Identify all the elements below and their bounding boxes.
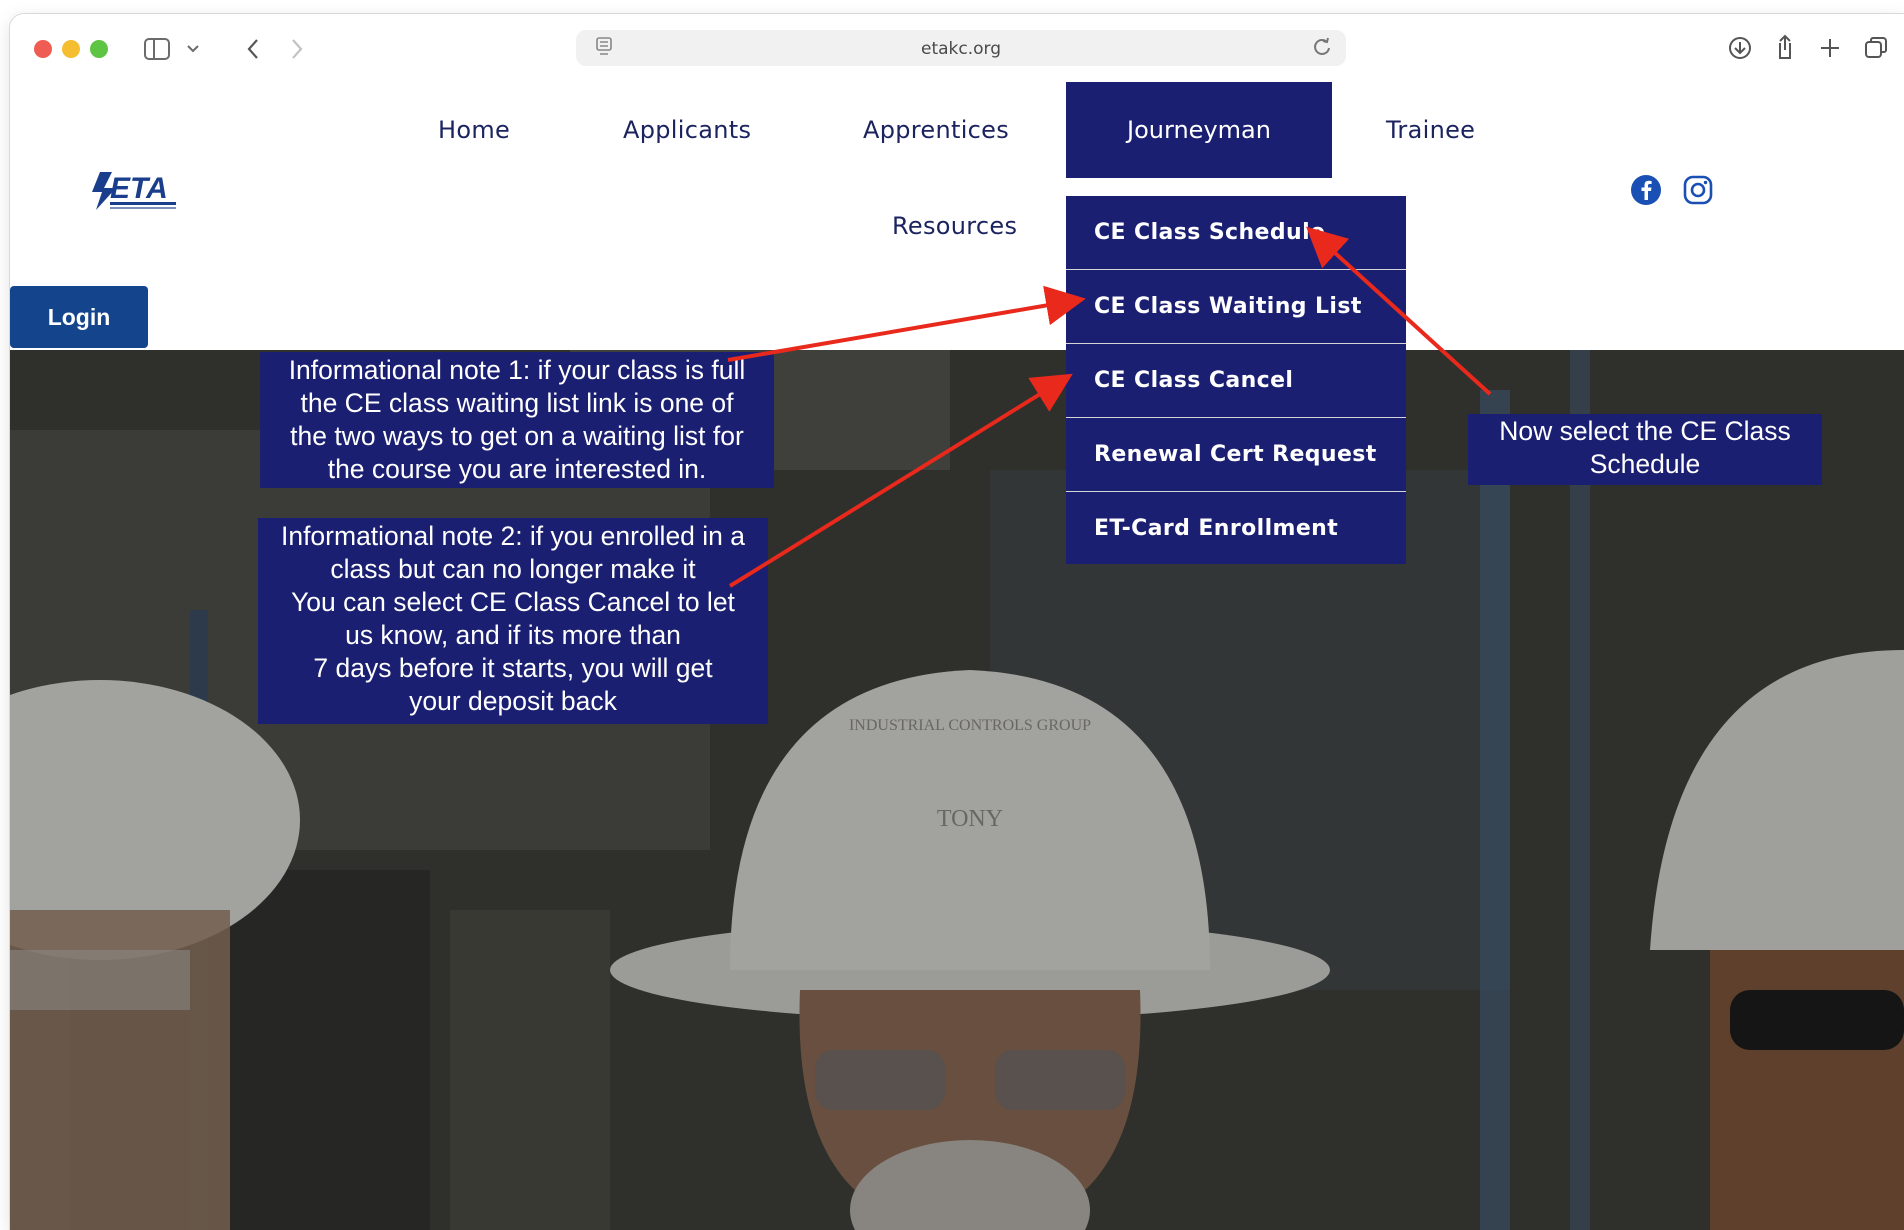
url-text: etakc.org: [920, 39, 1002, 59]
back-arrow-icon[interactable]: [246, 38, 260, 60]
login-button[interactable]: Login: [10, 286, 148, 348]
download-icon[interactable]: [1728, 36, 1752, 60]
menu-item-label: Renewal Cert Request: [1094, 442, 1377, 467]
nav-journeyman-label: Journeyman: [1127, 116, 1271, 144]
new-tab-icon[interactable]: [1820, 38, 1840, 58]
nav-journeyman[interactable]: Journeyman: [1066, 82, 1332, 178]
login-label: Login: [47, 304, 111, 330]
menu-item-ce-class-waiting-list[interactable]: CE Class Waiting List: [1066, 270, 1406, 344]
menu-item-label: CE Class Schedule: [1094, 220, 1326, 245]
share-icon[interactable]: [1774, 34, 1796, 60]
menu-item-label: CE Class Cancel: [1094, 368, 1294, 393]
address-bar[interactable]: etakc.org: [576, 30, 1346, 66]
menu-item-ce-class-schedule[interactable]: CE Class Schedule: [1066, 196, 1406, 270]
facebook-icon[interactable]: [1630, 174, 1662, 206]
reload-icon[interactable]: [1312, 36, 1332, 58]
nav-resources[interactable]: Resources: [892, 212, 1017, 240]
tab-overview-icon[interactable]: [1864, 36, 1888, 60]
sidebar-toggle-icon[interactable]: [144, 38, 170, 60]
instagram-icon[interactable]: [1682, 174, 1714, 206]
nav-apprentices[interactable]: Apprentices: [863, 116, 1009, 144]
chevron-down-icon[interactable]: [186, 44, 200, 54]
close-window-button[interactable]: [34, 40, 52, 58]
nav-home[interactable]: Home: [438, 116, 510, 144]
eta-logo[interactable]: ETA: [90, 168, 180, 212]
menu-item-renewal-cert-request[interactable]: Renewal Cert Request: [1066, 418, 1406, 492]
menu-item-ce-class-cancel[interactable]: CE Class Cancel: [1066, 344, 1406, 418]
maximize-window-button[interactable]: [90, 40, 108, 58]
menu-item-et-card-enrollment[interactable]: ET-Card Enrollment: [1066, 492, 1406, 564]
menu-item-label: CE Class Waiting List: [1094, 294, 1362, 319]
minimize-window-button[interactable]: [62, 40, 80, 58]
nav-applicants[interactable]: Applicants: [623, 116, 751, 144]
forward-arrow-icon[interactable]: [290, 38, 304, 60]
nav-trainee[interactable]: Trainee: [1386, 116, 1475, 144]
menu-item-label: ET-Card Enrollment: [1094, 516, 1339, 541]
journeyman-dropdown-menu: CE Class Schedule CE Class Waiting List …: [1066, 196, 1406, 564]
browser-toolbar: etakc.org: [10, 14, 1904, 82]
annotation-note-3: Now select the CE Class Schedule: [1468, 414, 1822, 485]
annotation-note-2: Informational note 2: if you enrolled in…: [258, 518, 768, 724]
annotation-note-1: Informational note 1: if your class is f…: [260, 352, 774, 488]
svg-text:ETA: ETA: [110, 172, 168, 205]
